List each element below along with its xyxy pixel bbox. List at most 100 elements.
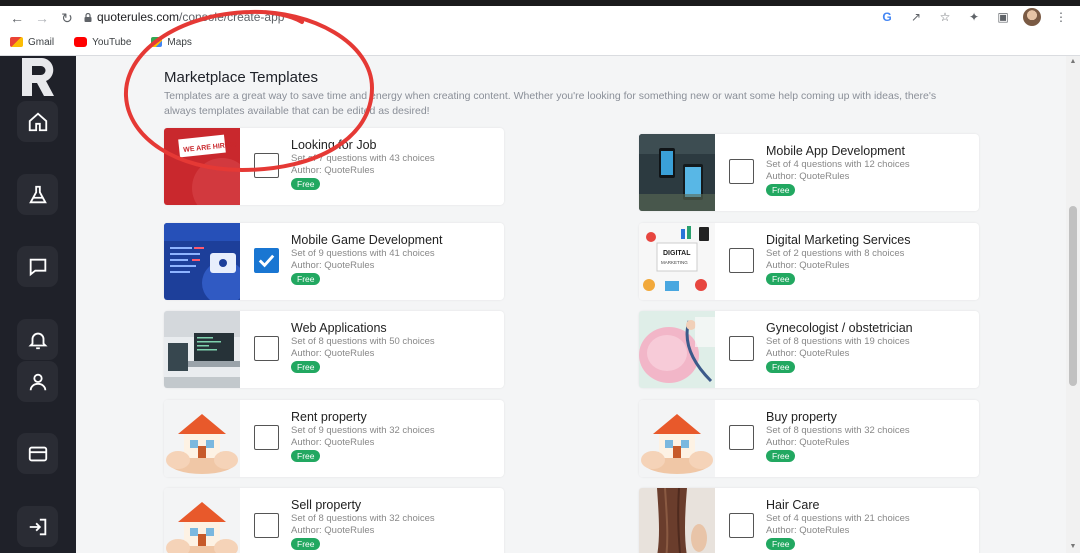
google-icon[interactable]: G xyxy=(878,8,896,26)
page-title: Marketplace Templates xyxy=(164,69,318,86)
sidepanel-icon[interactable]: ▣ xyxy=(994,8,1012,26)
template-card[interactable]: Buy property Set of 8 questions with 32 c… xyxy=(639,400,979,477)
page-description: Templates are a great way to save time a… xyxy=(164,90,937,117)
template-author: Author: QuoteRules xyxy=(291,260,375,271)
free-badge: Free xyxy=(291,178,321,190)
free-badge: Free xyxy=(291,273,321,285)
bookmark-label: Maps xyxy=(167,36,192,48)
template-checkbox[interactable] xyxy=(254,248,279,273)
main-content: Marketplace Templates Templates are a gr… xyxy=(76,56,1066,553)
template-card[interactable]: Mobile Game Development Set of 9 question… xyxy=(164,223,504,300)
bookmark-label: Gmail xyxy=(28,36,55,48)
home-icon xyxy=(28,112,47,131)
sidebar-item-billing[interactable] xyxy=(17,433,58,474)
free-badge: Free xyxy=(291,361,321,373)
free-badge: Free xyxy=(766,273,796,285)
template-question-count: Set of 8 questions with 50 choices xyxy=(291,336,435,347)
address-bar[interactable]: quoterules.com/console/create-app xyxy=(97,10,284,24)
profile-avatar[interactable] xyxy=(1023,8,1041,26)
free-badge: Free xyxy=(766,538,796,550)
template-checkbox[interactable] xyxy=(729,425,754,450)
template-question-count: Set of 9 questions with 32 choices xyxy=(291,425,435,436)
scroll-down-icon[interactable]: ▼ xyxy=(1069,543,1077,551)
reload-icon[interactable]: ↻ xyxy=(58,9,76,27)
template-title: Gynecologist / obstetrician xyxy=(766,321,913,335)
url-path: /console/create-app xyxy=(179,10,285,24)
template-thumbnail xyxy=(639,311,715,388)
logout-icon xyxy=(29,518,46,535)
app-sidebar xyxy=(0,56,76,553)
back-icon[interactable]: ← xyxy=(8,9,26,27)
template-title: Sell property xyxy=(291,498,362,512)
template-checkbox[interactable] xyxy=(729,248,754,273)
template-checkbox[interactable] xyxy=(254,513,279,538)
template-author: Author: QuoteRules xyxy=(291,525,375,536)
maps-icon xyxy=(151,37,163,47)
template-question-count: Set of 4 questions with 12 choices xyxy=(766,159,910,170)
template-thumbnail xyxy=(164,223,240,300)
template-author: Author: QuoteRules xyxy=(766,525,850,536)
template-author: Author: QuoteRules xyxy=(291,348,375,359)
bookmarks-bar: Gmail YouTube Maps xyxy=(0,32,1080,52)
card-icon xyxy=(28,446,47,461)
template-title: Mobile Game Development xyxy=(291,233,443,247)
sidebar-item-home[interactable] xyxy=(17,101,58,142)
youtube-icon xyxy=(74,37,88,47)
bookmark-label: YouTube xyxy=(92,36,132,48)
forward-icon[interactable]: → xyxy=(33,9,51,27)
svg-text:DIGITAL: DIGITAL xyxy=(663,250,691,257)
lock-icon xyxy=(84,13,92,22)
template-title: Hair Care xyxy=(766,498,820,512)
menu-dots-icon[interactable]: ⋮ xyxy=(1052,8,1070,26)
extensions-icon[interactable]: ✦ xyxy=(965,8,983,26)
free-badge: Free xyxy=(766,450,796,462)
template-card[interactable]: Hair Care Set of 4 questions with 21 choi… xyxy=(639,488,979,553)
user-icon xyxy=(29,373,46,390)
template-author: Author: QuoteRules xyxy=(766,437,850,448)
template-thumbnail xyxy=(164,488,240,553)
template-thumbnail xyxy=(164,400,240,477)
bookmark-gmail[interactable]: Gmail xyxy=(10,37,54,48)
checkmark-icon xyxy=(258,254,275,268)
template-thumbnail xyxy=(639,134,715,211)
template-card[interactable]: DIGITAL MARKETING Digital Marketing Servic… xyxy=(639,223,979,300)
url-domain: quoterules.com xyxy=(97,10,180,24)
template-checkbox[interactable] xyxy=(729,159,754,184)
template-author: Author: QuoteRules xyxy=(766,348,850,359)
sidebar-item-lab[interactable] xyxy=(17,174,58,215)
sidebar-item-logout[interactable] xyxy=(17,506,58,547)
template-checkbox[interactable] xyxy=(729,513,754,538)
scrollbar-thumb[interactable] xyxy=(1069,206,1077,386)
template-card[interactable]: Mobile App Development Set of 4 questions… xyxy=(639,134,979,211)
flask-icon xyxy=(28,185,47,203)
bell-icon xyxy=(27,332,48,349)
template-author: Author: QuoteRules xyxy=(766,260,850,271)
sidebar-item-notifications[interactable] xyxy=(17,319,58,360)
bookmark-star-icon[interactable]: ☆ xyxy=(936,8,954,26)
sidebar-item-messages[interactable] xyxy=(17,246,58,287)
template-checkbox[interactable] xyxy=(254,425,279,450)
share-icon[interactable]: ↗ xyxy=(907,8,925,26)
template-author: Author: QuoteRules xyxy=(291,437,375,448)
template-thumbnail xyxy=(639,488,715,553)
sidebar-item-profile[interactable] xyxy=(17,361,58,402)
template-card[interactable]: Gynecologist / obstetrician Set of 8 ques… xyxy=(639,311,979,388)
free-badge: Free xyxy=(766,361,796,373)
template-card[interactable]: Sell property Set of 8 questions with 32 … xyxy=(164,488,504,553)
template-question-count: Set of 7 questions with 43 choices xyxy=(291,153,435,164)
template-card[interactable]: Rent property Set of 9 questions with 32 … xyxy=(164,400,504,477)
template-checkbox[interactable] xyxy=(254,153,279,178)
browser-toolbar: ← → ↻ quoterules.com/console/create-app … xyxy=(0,6,1080,30)
template-thumbnail: DIGITAL MARKETING xyxy=(639,223,715,300)
template-question-count: Set of 8 questions with 32 choices xyxy=(291,513,435,524)
gmail-icon xyxy=(10,37,23,47)
template-checkbox[interactable] xyxy=(254,336,279,361)
quoterules-logo[interactable] xyxy=(16,58,60,98)
template-card[interactable]: Web Applications Set of 8 questions with … xyxy=(164,311,504,388)
bookmark-youtube[interactable]: YouTube xyxy=(74,37,131,48)
scroll-up-icon[interactable]: ▲ xyxy=(1069,58,1077,66)
template-card[interactable]: WE ARE HIRING Looking for Job Set of 7 que… xyxy=(164,128,504,205)
template-author: Author: QuoteRules xyxy=(766,171,850,182)
bookmark-maps[interactable]: Maps xyxy=(151,36,192,48)
template-checkbox[interactable] xyxy=(729,336,754,361)
